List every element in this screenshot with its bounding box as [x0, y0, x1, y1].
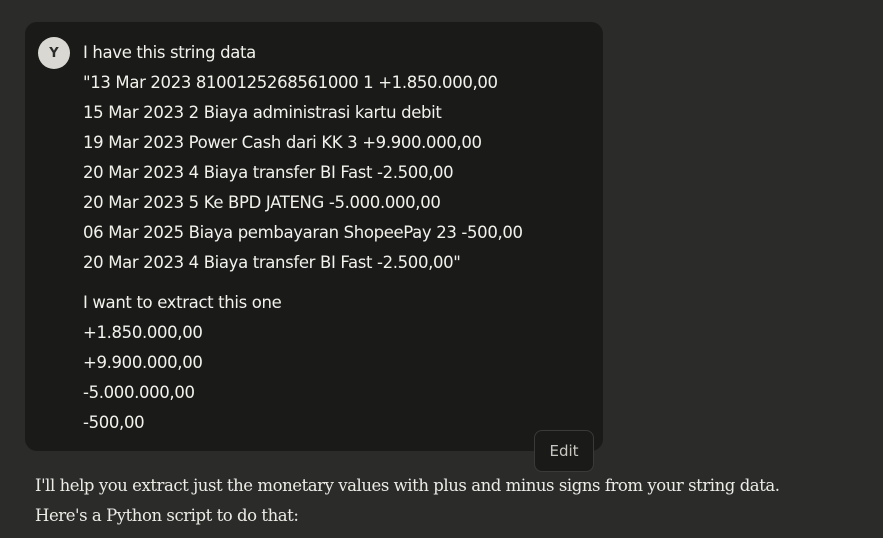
data-line: 20 Mar 2023 5 Ke BPD JATENG -5.000.000,0… [83, 193, 441, 212]
data-line: 06 Mar 2025 Biaya pembayaran ShopeePay 2… [83, 223, 523, 242]
target-value: -500,00 [83, 413, 145, 432]
message-intro: I have this string data [83, 43, 256, 62]
assistant-message: I'll help you extract just the monetary … [35, 471, 880, 531]
data-line: 19 Mar 2023 Power Cash dari KK 3 +9.900.… [83, 133, 482, 152]
target-value: +9.900.000,00 [83, 353, 203, 372]
message-request: I want to extract this one [83, 293, 282, 312]
data-line: 20 Mar 2023 4 Biaya transfer BI Fast -2.… [83, 253, 461, 272]
user-avatar: Y [38, 37, 70, 69]
data-line: 20 Mar 2023 4 Biaya transfer BI Fast -2.… [83, 163, 454, 182]
data-line: "13 Mar 2023 8100125268561000 1 +1.850.0… [83, 73, 498, 92]
assistant-line: Here's a Python script to do that: [35, 506, 299, 525]
assistant-line: I'll help you extract just the monetary … [35, 476, 780, 495]
data-line: 15 Mar 2023 2 Biaya administrasi kartu d… [83, 103, 442, 122]
edit-button[interactable]: Edit [534, 430, 594, 472]
user-message-bubble: Y I have this string data "13 Mar 2023 8… [25, 22, 603, 451]
target-value: +1.850.000,00 [83, 323, 203, 342]
user-message-text: I have this string data "13 Mar 2023 810… [83, 38, 598, 438]
target-value: -5.000.000,00 [83, 383, 195, 402]
